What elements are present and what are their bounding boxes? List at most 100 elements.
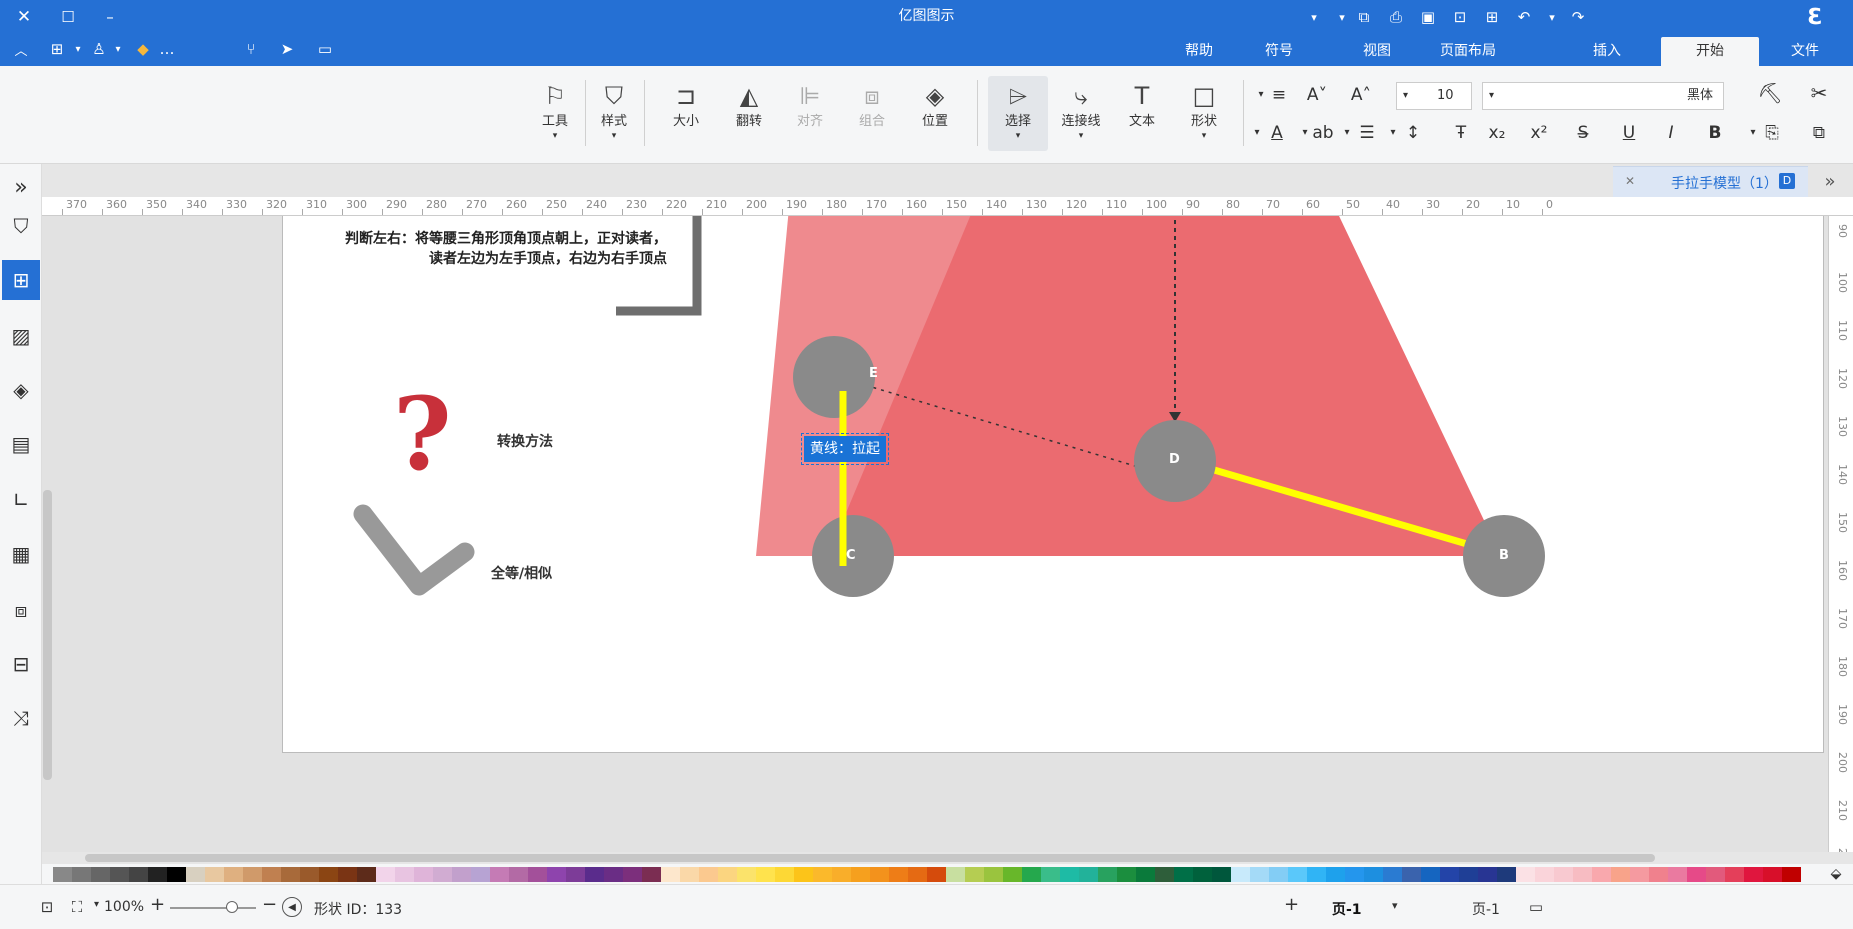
tab-help[interactable]: 帮助 bbox=[1168, 37, 1230, 66]
font-size-select[interactable]: ▾ 10 bbox=[1396, 82, 1472, 110]
shape-button[interactable]: □ 形状 ▾ bbox=[1180, 76, 1228, 151]
color-swatch[interactable] bbox=[72, 867, 91, 882]
color-swatch[interactable] bbox=[1003, 867, 1022, 882]
page-dropdown-icon[interactable]: ▾ bbox=[1392, 899, 1398, 912]
document-tab[interactable]: ✕ 手拉手模型（1） D bbox=[1613, 166, 1808, 197]
color-swatch[interactable] bbox=[1022, 867, 1041, 882]
page-icon[interactable]: ▤ bbox=[2, 424, 40, 464]
play-icon[interactable]: ◀ bbox=[282, 897, 302, 917]
underline-icon[interactable]: U bbox=[1616, 120, 1642, 146]
color-swatch[interactable] bbox=[1155, 867, 1174, 882]
vip-icon[interactable]: ◆ bbox=[132, 38, 154, 60]
color-swatch[interactable] bbox=[205, 867, 224, 882]
color-swatch[interactable] bbox=[813, 867, 832, 882]
color-swatch[interactable] bbox=[1535, 867, 1554, 882]
color-swatch[interactable] bbox=[946, 867, 965, 882]
tab-symbols[interactable]: 符号 bbox=[1248, 37, 1310, 66]
zoom-out-icon[interactable]: − bbox=[262, 894, 277, 915]
color-swatch[interactable] bbox=[984, 867, 1003, 882]
select-button[interactable]: ⌲ 选择 ▾ bbox=[988, 76, 1048, 151]
bullet-list-icon[interactable]: ☰ bbox=[1354, 120, 1380, 146]
dropdown-icon[interactable]: ▾ bbox=[1746, 120, 1760, 146]
fit-page-icon[interactable]: ⊡ bbox=[36, 896, 58, 918]
share-icon[interactable]: ⑂ bbox=[240, 38, 262, 60]
zoom-slider-handle[interactable] bbox=[226, 901, 238, 913]
color-swatch[interactable] bbox=[471, 867, 490, 882]
color-swatch[interactable] bbox=[642, 867, 661, 882]
shirt-icon[interactable]: ♙ bbox=[88, 38, 110, 60]
align-left-icon[interactable]: ≡ bbox=[1266, 82, 1292, 108]
point-e-circle[interactable] bbox=[793, 336, 875, 418]
color-swatch[interactable] bbox=[1326, 867, 1345, 882]
increase-font-icon[interactable]: A˄ bbox=[1348, 82, 1374, 108]
font-name-select[interactable]: ▾ 黑体 bbox=[1482, 82, 1724, 110]
color-swatch[interactable] bbox=[528, 867, 547, 882]
table-icon[interactable]: ▦ bbox=[2, 534, 40, 574]
color-swatch[interactable] bbox=[1706, 867, 1725, 882]
color-swatch[interactable] bbox=[1250, 867, 1269, 882]
italic-icon[interactable]: I bbox=[1658, 120, 1684, 146]
shirt-dropdown-icon[interactable]: ▾ bbox=[110, 38, 126, 60]
page-panel-icon[interactable]: ▭ bbox=[1524, 896, 1548, 918]
widget-icon[interactable]: ⧈ bbox=[2, 590, 40, 630]
color-swatch[interactable] bbox=[566, 867, 585, 882]
current-page-tab[interactable]: 页-1 bbox=[1332, 899, 1362, 919]
fullscreen-icon[interactable]: ⛶ bbox=[66, 896, 88, 918]
color-swatch[interactable] bbox=[433, 867, 452, 882]
dropdown-icon[interactable]: ▾ bbox=[1330, 5, 1354, 29]
color-swatch[interactable] bbox=[1231, 867, 1250, 882]
color-swatch[interactable] bbox=[91, 867, 110, 882]
fill-bucket-icon[interactable]: ⬙ bbox=[1826, 866, 1846, 882]
color-swatch[interactable] bbox=[547, 867, 566, 882]
color-swatch[interactable] bbox=[224, 867, 243, 882]
color-swatch[interactable] bbox=[319, 867, 338, 882]
color-swatch[interactable] bbox=[756, 867, 775, 882]
color-swatch[interactable] bbox=[661, 867, 680, 882]
cut-icon[interactable]: ✂ bbox=[1806, 80, 1832, 106]
zoom-dropdown-icon[interactable]: ▾ bbox=[94, 899, 99, 910]
tools-button[interactable]: ⚐ 工具 ▾ bbox=[531, 76, 579, 151]
color-swatch[interactable] bbox=[718, 867, 737, 882]
color-swatch[interactable] bbox=[1098, 867, 1117, 882]
vertical-scrollbar[interactable] bbox=[43, 490, 52, 780]
color-swatch[interactable] bbox=[1554, 867, 1573, 882]
color-swatch[interactable] bbox=[1307, 867, 1326, 882]
color-swatch[interactable] bbox=[870, 867, 889, 882]
color-swatch[interactable] bbox=[1782, 867, 1801, 882]
style-button[interactable]: ⛉ 样式 ▾ bbox=[590, 76, 638, 151]
color-swatch[interactable] bbox=[1212, 867, 1231, 882]
save-icon[interactable]: ▣ bbox=[1416, 5, 1440, 29]
send-icon[interactable]: ➤ bbox=[276, 38, 298, 60]
collapse-panel-icon[interactable]: » bbox=[1818, 170, 1842, 192]
color-swatch[interactable] bbox=[243, 867, 262, 882]
color-swatch[interactable] bbox=[604, 867, 623, 882]
comment-icon[interactable]: ▭ bbox=[314, 38, 336, 60]
color-swatch[interactable] bbox=[1459, 867, 1478, 882]
color-swatch[interactable] bbox=[1763, 867, 1782, 882]
color-swatch[interactable] bbox=[1421, 867, 1440, 882]
color-swatch[interactable] bbox=[1269, 867, 1288, 882]
color-swatch[interactable] bbox=[1402, 867, 1421, 882]
color-swatch[interactable] bbox=[585, 867, 604, 882]
color-swatch[interactable] bbox=[927, 867, 946, 882]
copy-icon[interactable]: ⧉ bbox=[1806, 120, 1832, 146]
color-swatch[interactable] bbox=[1060, 867, 1079, 882]
color-swatch[interactable] bbox=[1649, 867, 1668, 882]
subscript-icon[interactable]: x₂ bbox=[1484, 120, 1510, 146]
color-swatch[interactable] bbox=[1687, 867, 1706, 882]
dropdown-icon[interactable]: ▾ bbox=[1340, 120, 1354, 146]
color-swatch[interactable] bbox=[775, 867, 794, 882]
open-icon[interactable]: ⊡ bbox=[1448, 5, 1472, 29]
undo-dropdown-icon[interactable]: ▾ bbox=[1540, 5, 1564, 29]
color-swatch[interactable] bbox=[167, 867, 186, 882]
color-swatch[interactable] bbox=[1345, 867, 1364, 882]
redo-icon[interactable]: ↷ bbox=[1566, 5, 1590, 29]
line-spacing-icon[interactable]: ↕ bbox=[1400, 120, 1426, 146]
color-swatch[interactable] bbox=[1364, 867, 1383, 882]
page-indicator[interactable]: 页-1 bbox=[1472, 899, 1500, 919]
more-icon[interactable]: … bbox=[156, 38, 178, 60]
color-swatch[interactable] bbox=[1725, 867, 1744, 882]
shuffle-icon[interactable]: ⤨ bbox=[2, 698, 40, 738]
dropdown-icon[interactable]: ▾ bbox=[1250, 120, 1264, 146]
color-swatch[interactable] bbox=[1288, 867, 1307, 882]
